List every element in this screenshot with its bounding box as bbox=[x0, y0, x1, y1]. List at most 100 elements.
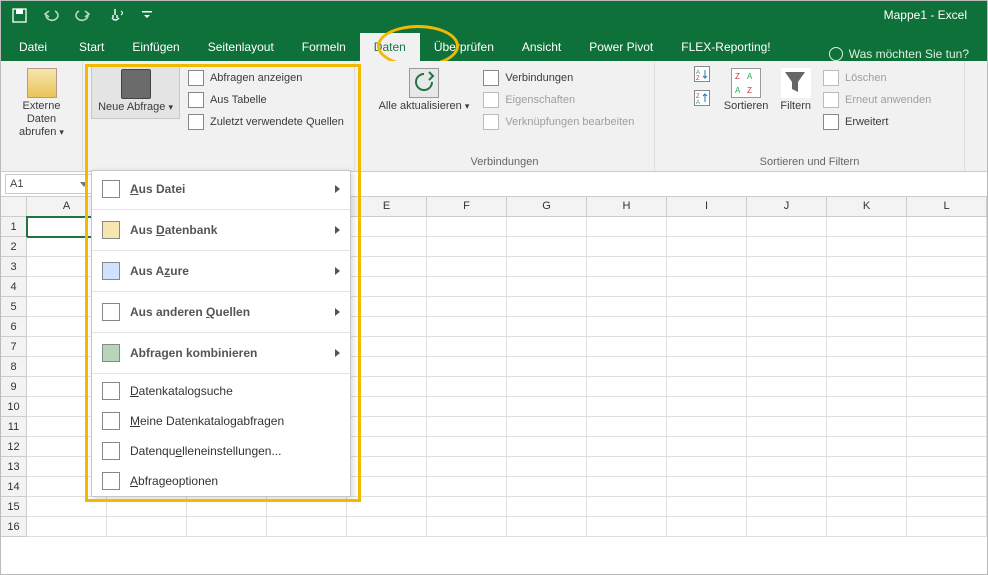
cell[interactable] bbox=[347, 297, 427, 317]
tab-start[interactable]: Start bbox=[65, 33, 118, 61]
cell[interactable] bbox=[27, 497, 107, 517]
menu-aus-azure[interactable]: Aus Azure bbox=[92, 253, 350, 289]
cell[interactable] bbox=[507, 477, 587, 497]
cell[interactable] bbox=[347, 497, 427, 517]
cell[interactable] bbox=[427, 257, 507, 277]
cell[interactable] bbox=[907, 497, 987, 517]
cell[interactable] bbox=[347, 317, 427, 337]
cell[interactable] bbox=[907, 417, 987, 437]
cell[interactable] bbox=[427, 457, 507, 477]
tab-ansicht[interactable]: Ansicht bbox=[508, 33, 575, 61]
row-header[interactable]: 7 bbox=[1, 337, 27, 357]
cell[interactable] bbox=[427, 357, 507, 377]
cell[interactable] bbox=[667, 477, 747, 497]
cell[interactable] bbox=[347, 377, 427, 397]
cell[interactable] bbox=[507, 237, 587, 257]
cell[interactable] bbox=[507, 457, 587, 477]
filtern-button[interactable]: Filtern bbox=[774, 64, 817, 117]
cell[interactable] bbox=[507, 257, 587, 277]
cell[interactable] bbox=[347, 357, 427, 377]
cell[interactable] bbox=[507, 497, 587, 517]
cell[interactable] bbox=[107, 517, 187, 537]
cell[interactable] bbox=[907, 297, 987, 317]
cell[interactable] bbox=[427, 337, 507, 357]
col-header[interactable]: K bbox=[827, 197, 907, 216]
cell[interactable] bbox=[907, 437, 987, 457]
cell[interactable] bbox=[747, 297, 827, 317]
cell[interactable] bbox=[347, 397, 427, 417]
sort-desc-button[interactable]: ZA bbox=[692, 88, 712, 108]
cell[interactable] bbox=[907, 217, 987, 237]
cell[interactable] bbox=[347, 437, 427, 457]
cell[interactable] bbox=[907, 457, 987, 477]
row-header[interactable]: 12 bbox=[1, 437, 27, 457]
save-icon[interactable] bbox=[11, 7, 27, 23]
cell[interactable] bbox=[347, 257, 427, 277]
cell[interactable] bbox=[827, 477, 907, 497]
cell[interactable] bbox=[427, 297, 507, 317]
cell[interactable] bbox=[587, 517, 667, 537]
cell[interactable] bbox=[667, 337, 747, 357]
cell[interactable] bbox=[667, 357, 747, 377]
cell[interactable] bbox=[667, 417, 747, 437]
row-header[interactable]: 9 bbox=[1, 377, 27, 397]
cell[interactable] bbox=[667, 277, 747, 297]
cell[interactable] bbox=[747, 357, 827, 377]
cell[interactable] bbox=[667, 457, 747, 477]
cell[interactable] bbox=[747, 437, 827, 457]
cell[interactable] bbox=[507, 417, 587, 437]
col-header[interactable]: J bbox=[747, 197, 827, 216]
cell[interactable] bbox=[427, 277, 507, 297]
row-header[interactable]: 4 bbox=[1, 277, 27, 297]
cell[interactable] bbox=[747, 237, 827, 257]
cell[interactable] bbox=[507, 217, 587, 237]
row-header[interactable]: 13 bbox=[1, 457, 27, 477]
cell[interactable] bbox=[507, 297, 587, 317]
row-header[interactable]: 3 bbox=[1, 257, 27, 277]
verbindungen-button[interactable]: Verbindungen bbox=[481, 68, 636, 88]
cell[interactable] bbox=[507, 337, 587, 357]
cell[interactable] bbox=[587, 237, 667, 257]
cell[interactable] bbox=[667, 257, 747, 277]
cell[interactable] bbox=[187, 517, 267, 537]
undo-icon[interactable] bbox=[43, 7, 59, 23]
cell[interactable] bbox=[347, 337, 427, 357]
row-header[interactable]: 8 bbox=[1, 357, 27, 377]
cell[interactable] bbox=[747, 417, 827, 437]
cell[interactable] bbox=[747, 317, 827, 337]
tab-datei[interactable]: Datei bbox=[1, 33, 65, 61]
cell[interactable] bbox=[507, 317, 587, 337]
cell[interactable] bbox=[587, 417, 667, 437]
cell[interactable] bbox=[667, 497, 747, 517]
cell[interactable] bbox=[427, 437, 507, 457]
col-header[interactable]: F bbox=[427, 197, 507, 216]
row-header[interactable]: 2 bbox=[1, 237, 27, 257]
cell[interactable] bbox=[747, 217, 827, 237]
aus-tabelle-button[interactable]: Aus Tabelle bbox=[186, 90, 346, 110]
row-header[interactable]: 14 bbox=[1, 477, 27, 497]
cell[interactable] bbox=[827, 457, 907, 477]
sortieren-button[interactable]: ZAAZ Sortieren bbox=[718, 64, 775, 117]
cell[interactable] bbox=[587, 317, 667, 337]
qat-customize-icon[interactable] bbox=[139, 7, 155, 23]
cell[interactable] bbox=[27, 517, 107, 537]
cell[interactable] bbox=[347, 517, 427, 537]
cell[interactable] bbox=[747, 497, 827, 517]
menu-abfrageoptionen[interactable]: Abfrageoptionen bbox=[92, 466, 350, 496]
col-header[interactable]: L bbox=[907, 197, 987, 216]
cell[interactable] bbox=[827, 437, 907, 457]
tab-ueberpruefen[interactable]: Überprüfen bbox=[420, 33, 508, 61]
col-header[interactable]: I bbox=[667, 197, 747, 216]
cell[interactable] bbox=[347, 277, 427, 297]
cell[interactable] bbox=[907, 277, 987, 297]
cell[interactable] bbox=[747, 517, 827, 537]
cell[interactable] bbox=[827, 237, 907, 257]
tell-me-search[interactable]: Was möchten Sie tun? bbox=[829, 47, 987, 61]
cell[interactable] bbox=[267, 497, 347, 517]
cell[interactable] bbox=[827, 377, 907, 397]
row-header[interactable]: 6 bbox=[1, 317, 27, 337]
cell[interactable] bbox=[507, 377, 587, 397]
cell[interactable] bbox=[747, 377, 827, 397]
cell[interactable] bbox=[347, 217, 427, 237]
row-header[interactable]: 1 bbox=[1, 217, 27, 237]
